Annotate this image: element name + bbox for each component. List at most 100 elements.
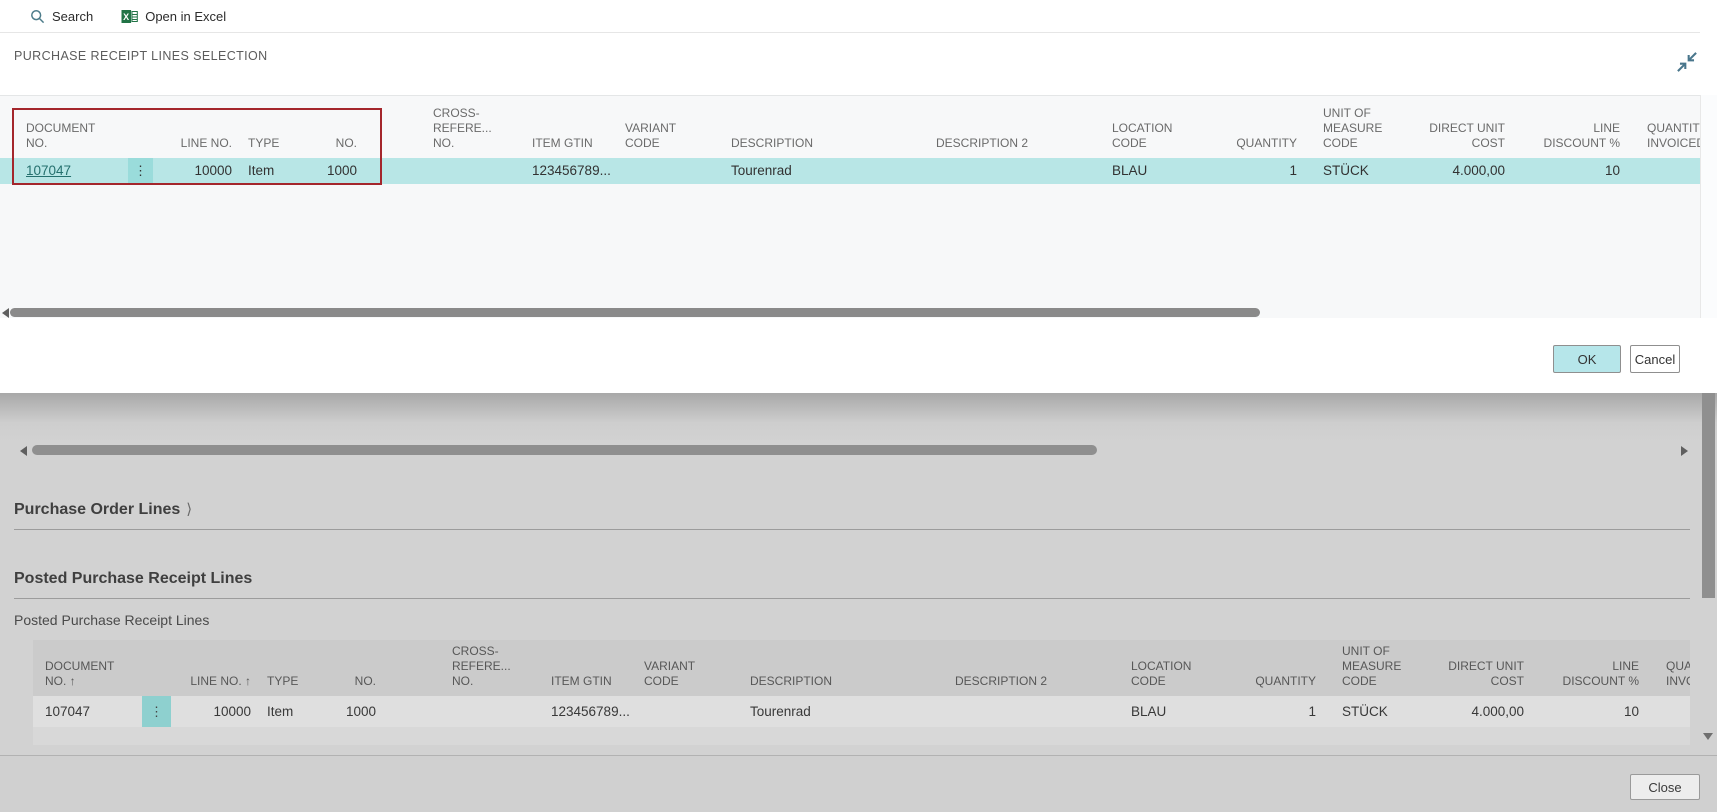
page-footer: Close bbox=[0, 755, 1717, 812]
collapse-dialog-button[interactable] bbox=[1674, 49, 1700, 75]
row-menu-button: ⋮ bbox=[142, 696, 171, 727]
page-horizontal-scrollbar bbox=[0, 444, 1700, 458]
column-header-description[interactable]: DESCRIPTION bbox=[704, 136, 910, 158]
column-header-no: NO. bbox=[329, 674, 379, 696]
cell-type: Item bbox=[232, 158, 310, 184]
section-divider bbox=[14, 529, 1690, 530]
column-header-line-no[interactable]: LINE NO. bbox=[155, 136, 232, 158]
search-icon bbox=[30, 9, 45, 24]
cell-variant-code bbox=[620, 158, 704, 184]
dialog-vertical-scrollbar-track[interactable] bbox=[1700, 95, 1717, 318]
cell-document-no: 107047 bbox=[33, 696, 134, 727]
column-header-cross-reference-no[interactable]: CROSS- REFERE... NO. bbox=[360, 106, 505, 158]
document-no-link[interactable]: 107047 bbox=[26, 163, 71, 178]
column-header-variant-code: VARIANT CODE bbox=[639, 659, 723, 696]
collapse-icon bbox=[1674, 62, 1700, 79]
dimmed-background-page: Purchase Order Lines ⟩ Posted Purchase Re… bbox=[0, 393, 1717, 812]
cell-type: Item bbox=[251, 696, 329, 727]
column-header-unit-of-measure-code: UNIT OF MEASURE CODE bbox=[1324, 644, 1419, 696]
column-header-description-2[interactable]: DESCRIPTION 2 bbox=[910, 136, 1100, 158]
page-horizontal-scrollbar-thumb bbox=[32, 445, 1097, 455]
column-header-row-menu bbox=[134, 689, 174, 696]
purchase-receipt-lines-grid: DOCUMENT NO. LINE NO. TYPE NO. CROSS- RE… bbox=[0, 95, 1717, 318]
search-label: Search bbox=[52, 9, 93, 24]
column-header-location-code[interactable]: LOCATION CODE bbox=[1100, 121, 1190, 158]
column-header-quantity[interactable]: QUANTITY bbox=[1190, 136, 1305, 158]
cell-item-gtin: 123456789... bbox=[505, 158, 620, 184]
column-header-line-discount-pct[interactable]: LINE DISCOUNT % bbox=[1512, 121, 1625, 158]
page-scroll-right-arrow bbox=[1681, 446, 1688, 456]
cell-unit-of-measure-code: STÜCK bbox=[1324, 696, 1419, 727]
selected-grid-row[interactable]: 107047 ⋮ 10000 Item 1000 123456789... To… bbox=[0, 158, 1714, 184]
vertical-ellipsis-icon: ⋮ bbox=[134, 158, 147, 184]
excel-icon: X bbox=[121, 9, 138, 24]
vertical-ellipsis-icon: ⋮ bbox=[150, 696, 163, 727]
column-header-quantity: QUANTITY bbox=[1209, 674, 1324, 696]
cell-cross-reference-no bbox=[360, 158, 505, 184]
column-header-description: DESCRIPTION bbox=[723, 674, 929, 696]
section-header-posted-purchase-receipt-lines: Posted Purchase Receipt Lines bbox=[14, 570, 252, 588]
section-divider bbox=[14, 598, 1690, 599]
cell-description: Tourenrad bbox=[704, 158, 910, 184]
cell-quantity: 1 bbox=[1209, 696, 1324, 727]
column-header-type[interactable]: TYPE bbox=[232, 136, 310, 158]
cell-cross-reference-no bbox=[379, 696, 524, 727]
cell-no: 1000 bbox=[329, 696, 379, 727]
command-bar: Search X Open in Excel bbox=[0, 0, 1717, 32]
column-header-line-no: LINE NO. ↑ bbox=[174, 674, 251, 696]
subtable-caption: Posted Purchase Receipt Lines bbox=[14, 612, 209, 628]
section-title: Posted Purchase Receipt Lines bbox=[14, 570, 252, 587]
open-in-excel-button[interactable]: X Open in Excel bbox=[121, 9, 226, 24]
cancel-button[interactable]: Cancel bbox=[1630, 345, 1680, 373]
column-header-direct-unit-cost: DIRECT UNIT COST bbox=[1419, 659, 1531, 696]
cell-line-discount-pct: 10 bbox=[1512, 158, 1625, 184]
column-header-unit-of-measure-code[interactable]: UNIT OF MEASURE CODE bbox=[1305, 106, 1400, 158]
column-header-cross-reference-no: CROSS- REFERE... NO. bbox=[379, 644, 524, 696]
cell-line-discount-pct: 10 bbox=[1531, 696, 1644, 727]
posted-receipt-lines-grid: DOCUMENT NO. ↑ LINE NO. ↑ TYPE NO. CROSS… bbox=[33, 640, 1690, 745]
column-header-type: TYPE bbox=[251, 674, 329, 696]
column-header-document-no[interactable]: DOCUMENT NO. bbox=[14, 121, 115, 158]
row-menu-button[interactable]: ⋮ bbox=[128, 158, 153, 184]
page-scroll-down-arrow bbox=[1703, 733, 1713, 740]
grid-header-row: DOCUMENT NO. LINE NO. TYPE NO. CROSS- RE… bbox=[0, 96, 1717, 158]
cell-direct-unit-cost: 4.000,00 bbox=[1419, 696, 1531, 727]
empty-grid-band bbox=[33, 727, 1690, 745]
column-header-no[interactable]: NO. bbox=[310, 136, 360, 158]
column-header-location-code: LOCATION CODE bbox=[1119, 659, 1209, 696]
cell-quantity: 1 bbox=[1190, 158, 1305, 184]
grid-row: 107047 ⋮ 10000 Item 1000 123456789... To… bbox=[33, 696, 1690, 727]
ok-button[interactable]: OK bbox=[1553, 345, 1621, 373]
cell-line-no: 10000 bbox=[174, 696, 251, 727]
close-button: Close bbox=[1630, 774, 1700, 800]
column-header-line-discount-pct: LINE DISCOUNT % bbox=[1531, 659, 1644, 696]
scroll-left-arrow[interactable] bbox=[2, 308, 9, 318]
cell-direct-unit-cost: 4.000,00 bbox=[1400, 158, 1512, 184]
column-header-variant-code[interactable]: VARIANT CODE bbox=[620, 121, 704, 158]
cell-description-2 bbox=[929, 696, 1119, 727]
column-header-document-no: DOCUMENT NO. ↑ bbox=[33, 659, 134, 696]
dialog-horizontal-scrollbar bbox=[0, 307, 1717, 318]
cell-line-no: 10000 bbox=[155, 158, 232, 184]
screen: Search X Open in Excel PURCHASE RECEIPT … bbox=[0, 0, 1717, 812]
cell-qty-invoice bbox=[1644, 696, 1690, 727]
column-header-direct-unit-cost[interactable]: DIRECT UNIT COST bbox=[1400, 121, 1512, 158]
chevron-right-icon: ⟩ bbox=[186, 501, 192, 518]
command-bar-divider bbox=[0, 32, 1700, 33]
cell-item-gtin: 123456789... bbox=[524, 696, 639, 727]
cell-location-code: BLAU bbox=[1119, 696, 1209, 727]
column-header-row-menu bbox=[115, 151, 155, 158]
dialog-title: PURCHASE RECEIPT LINES SELECTION bbox=[14, 49, 268, 63]
cell-location-code: BLAU bbox=[1100, 158, 1190, 184]
cell-variant-code bbox=[639, 696, 723, 727]
horizontal-scrollbar-thumb[interactable] bbox=[10, 308, 1260, 317]
column-header-item-gtin[interactable]: ITEM GTIN bbox=[505, 136, 620, 158]
column-header-description-2: DESCRIPTION 2 bbox=[929, 674, 1119, 696]
section-title: Purchase Order Lines bbox=[14, 501, 180, 518]
cell-no: 1000 bbox=[310, 158, 360, 184]
cell-unit-of-measure-code: STÜCK bbox=[1305, 158, 1400, 184]
search-button[interactable]: Search bbox=[30, 9, 93, 24]
svg-text:X: X bbox=[123, 12, 129, 22]
open-in-excel-label: Open in Excel bbox=[145, 9, 226, 24]
cell-description: Tourenrad bbox=[723, 696, 929, 727]
